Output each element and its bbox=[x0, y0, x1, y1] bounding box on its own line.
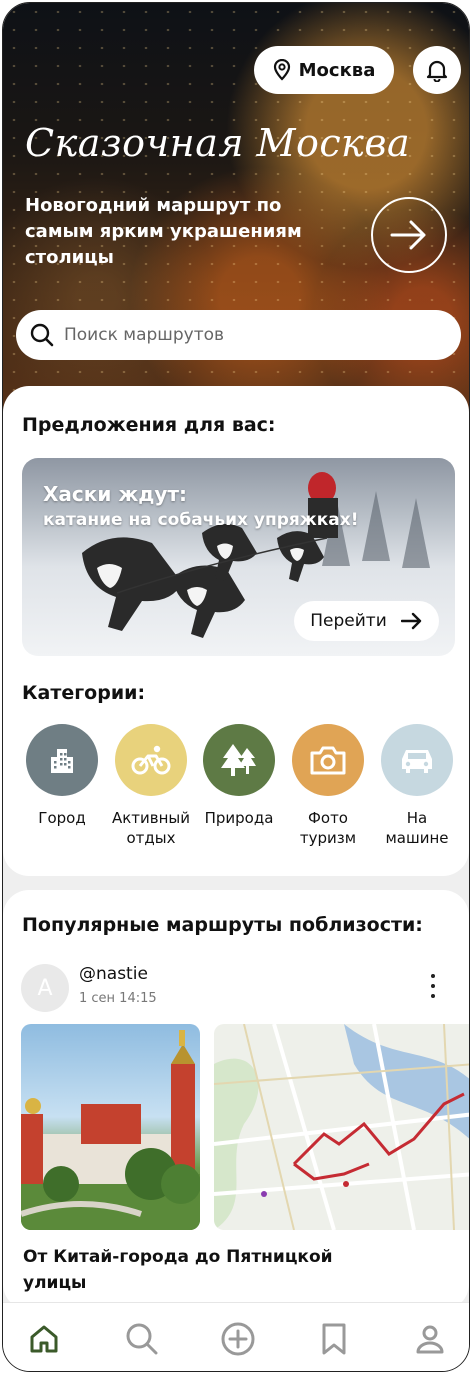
nav-bookmarks[interactable] bbox=[316, 1321, 352, 1357]
popular-routes-card: Популярные маршруты поблизости: A @nasti… bbox=[3, 890, 469, 1310]
popular-heading: Популярные маршруты поблизости: bbox=[22, 914, 423, 936]
arrow-right-icon bbox=[400, 612, 421, 630]
suggestions-heading: Предложения для вас: bbox=[22, 414, 276, 436]
nav-search[interactable] bbox=[124, 1321, 160, 1357]
category-circle bbox=[26, 724, 98, 796]
building-icon bbox=[51, 749, 73, 773]
nav-home[interactable] bbox=[26, 1321, 62, 1357]
arrow-right-icon bbox=[390, 220, 426, 250]
hero-title: Сказочная Москва bbox=[25, 121, 411, 165]
category-city[interactable]: Город bbox=[18, 724, 106, 828]
search-input[interactable] bbox=[62, 324, 426, 346]
trees-icon bbox=[221, 744, 256, 776]
monastery-illustration bbox=[21, 1030, 200, 1230]
suggestions-card: Предложения для вас: Хаски ждут: катание… bbox=[3, 386, 469, 876]
post-username[interactable]: @nastie bbox=[79, 964, 148, 984]
city-selector-button[interactable]: Москва bbox=[254, 46, 394, 94]
category-circle bbox=[292, 724, 364, 796]
category-label: Природа bbox=[204, 809, 274, 827]
more-options-button[interactable] bbox=[427, 974, 439, 998]
search-icon bbox=[30, 323, 54, 347]
category-label: На машине bbox=[385, 809, 449, 847]
city-label: Москва bbox=[298, 59, 376, 81]
map-illustration bbox=[214, 1024, 469, 1230]
phone-frame: Москва Сказочная Москва Новогодний маршр… bbox=[2, 2, 470, 1372]
route-title[interactable]: От Китай-города до Пятницкой улицы bbox=[23, 1244, 353, 1296]
car-icon bbox=[402, 750, 432, 773]
notifications-button[interactable] bbox=[413, 46, 461, 94]
promo-go-label: Перейти bbox=[310, 611, 387, 631]
profile-icon bbox=[416, 1325, 444, 1354]
post-date: 1 сен 14:15 bbox=[79, 991, 157, 1006]
promo-title: Хаски ждут: bbox=[43, 482, 188, 506]
nav-profile[interactable] bbox=[412, 1321, 448, 1357]
promo-go-button[interactable]: Перейти bbox=[294, 601, 439, 641]
categories-heading: Категории: bbox=[22, 682, 146, 704]
hero-subtitle: Новогодний маршрут по самым ярким украше… bbox=[25, 195, 302, 268]
promo-subtitle: катание на собачьих упряжках! bbox=[43, 510, 359, 530]
category-car[interactable]: На машине bbox=[373, 724, 461, 848]
route-photo[interactable] bbox=[21, 1024, 200, 1230]
category-nature[interactable]: Природа bbox=[195, 724, 283, 828]
category-photo[interactable]: Фото туризм bbox=[284, 724, 372, 848]
search-bar[interactable] bbox=[16, 310, 461, 360]
bicycle-icon bbox=[131, 745, 171, 775]
avatar[interactable]: A bbox=[21, 964, 69, 1012]
category-circle bbox=[203, 724, 275, 796]
home-icon bbox=[30, 1325, 58, 1353]
bottom-navigation bbox=[3, 1302, 469, 1371]
search-icon bbox=[126, 1323, 158, 1355]
promo-banner[interactable]: Хаски ждут: катание на собачьих упряжках… bbox=[22, 458, 455, 656]
camera-icon bbox=[310, 746, 346, 775]
category-active[interactable]: Активный отдых bbox=[107, 724, 195, 848]
route-map[interactable] bbox=[214, 1024, 469, 1230]
nav-add[interactable] bbox=[220, 1321, 256, 1357]
add-icon bbox=[221, 1322, 255, 1356]
hero-open-button[interactable] bbox=[371, 197, 447, 273]
category-label: Активный отдых bbox=[111, 809, 191, 847]
location-pin-icon bbox=[273, 59, 290, 81]
bell-icon bbox=[426, 60, 448, 82]
category-circle bbox=[115, 724, 187, 796]
category-circle bbox=[381, 724, 453, 796]
category-label: Город bbox=[38, 809, 86, 827]
bookmark-icon bbox=[322, 1323, 346, 1355]
category-label: Фото туризм bbox=[299, 809, 357, 847]
